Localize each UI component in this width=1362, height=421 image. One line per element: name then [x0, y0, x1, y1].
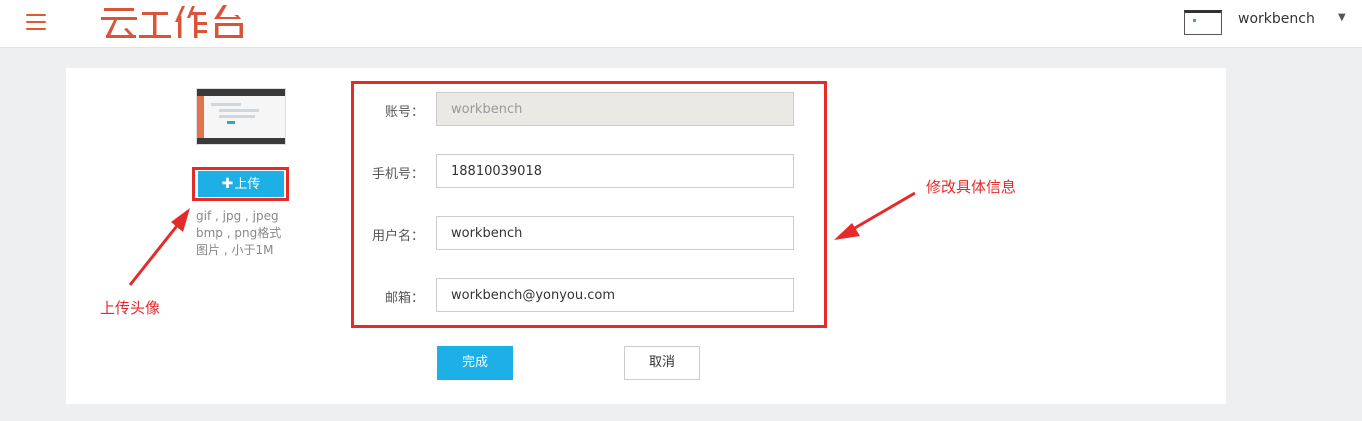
top-navigation-bar: workbench ▼ — [0, 0, 1362, 48]
caret-down-icon[interactable]: ▼ — [1338, 12, 1346, 23]
done-button[interactable]: 完成 — [437, 346, 513, 380]
profile-edit-card: ✚上传 gif , jpg , jpeg bmp , png格式 图片 , 小于… — [66, 68, 1226, 404]
avatar — [1184, 10, 1222, 35]
upload-format-hint: gif , jpg , jpeg bmp , png格式 图片 , 小于1M — [196, 208, 296, 259]
email-label: 邮箱： — [384, 291, 424, 306]
phone-label: 手机号： — [371, 167, 424, 182]
email-field[interactable] — [436, 278, 794, 312]
account-field — [436, 92, 794, 126]
avatar-preview-image — [196, 88, 286, 145]
hint-line: gif , jpg , jpeg — [196, 209, 279, 223]
edit-info-annotation: 修改具体信息 — [926, 178, 1017, 196]
username-label: workbench — [1238, 11, 1315, 27]
user-menu[interactable]: workbench ▼ — [1184, 8, 1354, 38]
username-field-label: 用户名： — [371, 229, 424, 244]
phone-field[interactable] — [436, 154, 794, 188]
cancel-button[interactable]: 取消 — [624, 346, 700, 380]
hamburger-menu-icon[interactable] — [26, 14, 46, 32]
upload-highlight-box — [192, 167, 289, 201]
upload-avatar-annotation: 上传头像 — [100, 299, 161, 317]
app-logo — [101, 5, 243, 38]
hint-line: 图片 , 小于1M — [196, 243, 274, 257]
account-label: 账号： — [384, 105, 424, 120]
hint-line: bmp , png格式 — [196, 226, 282, 240]
username-field[interactable] — [436, 216, 794, 250]
